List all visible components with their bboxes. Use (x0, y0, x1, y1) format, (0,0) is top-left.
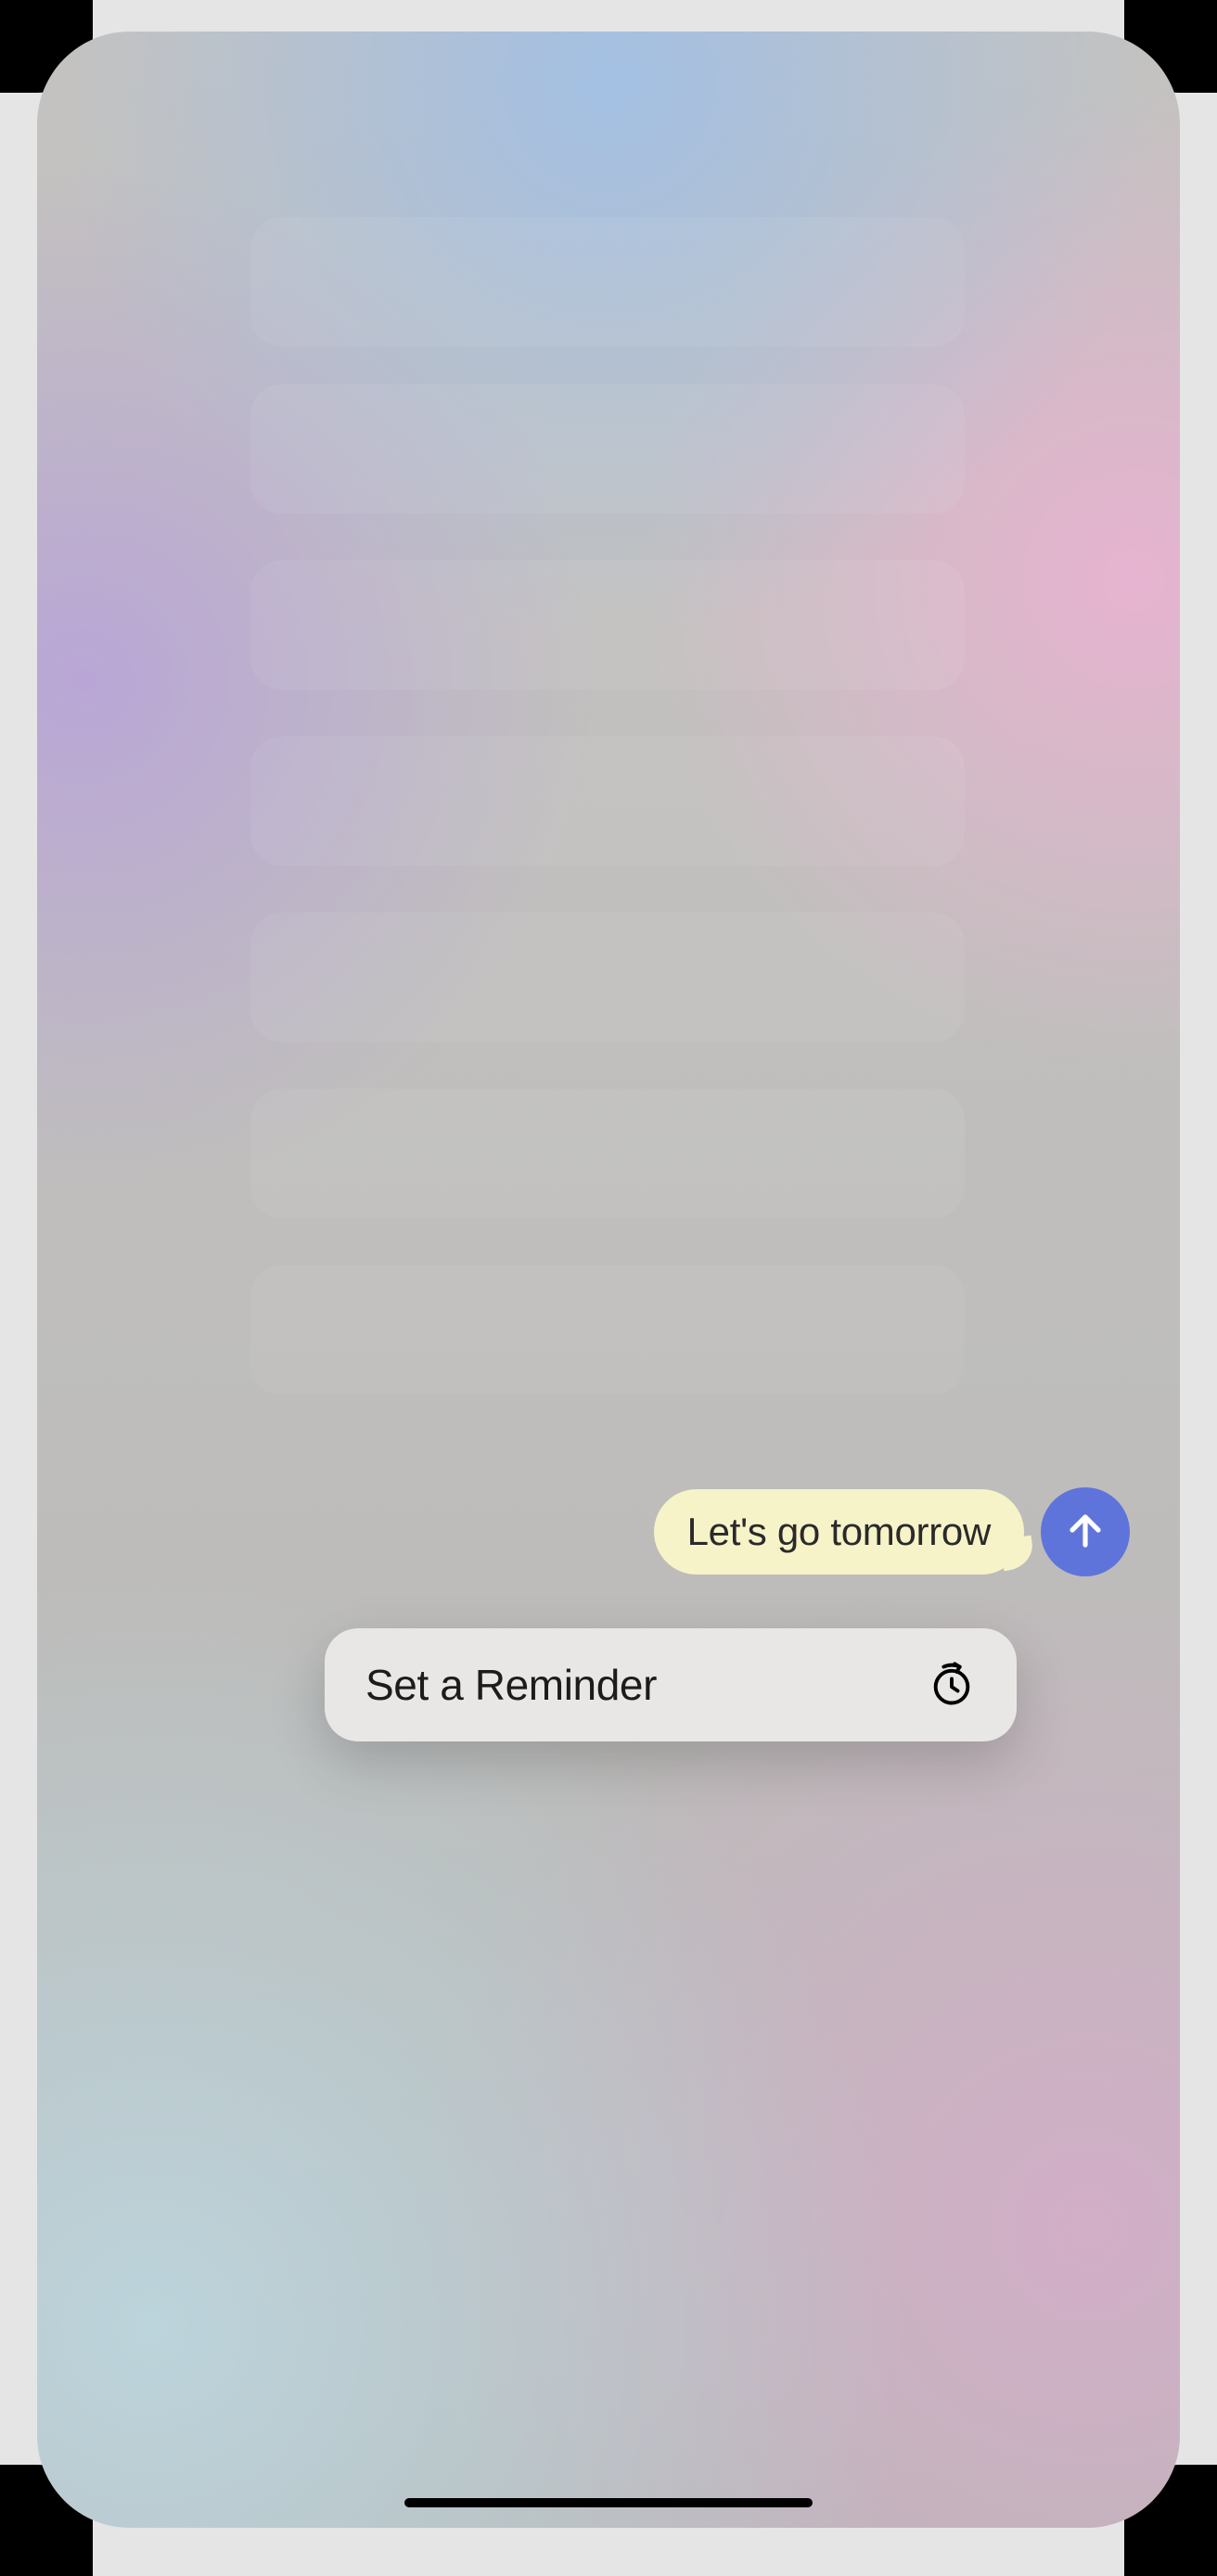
home-indicator[interactable] (404, 2498, 813, 2507)
blur-panel (250, 1089, 965, 1218)
clock-arrow-icon (928, 1661, 976, 1709)
menu-item-label: Set a Reminder (365, 1660, 657, 1710)
message-bubble: Let's go tomorrow (654, 1489, 1024, 1575)
blur-panel (250, 736, 965, 866)
blur-panel (250, 912, 965, 1042)
message-bubble-wrap[interactable]: Let's go tomorrow (654, 1489, 1024, 1575)
blur-panel (250, 560, 965, 690)
context-menu: Set a Reminder (325, 1628, 1017, 1741)
blur-panel (250, 1265, 965, 1395)
menu-item-set-reminder[interactable]: Set a Reminder (365, 1660, 976, 1710)
arrow-up-icon (1063, 1508, 1108, 1557)
device-screen: Let's go tomorrow Set a Reminder (37, 32, 1180, 2528)
blur-panel (250, 384, 965, 514)
bubble-tail (1004, 1539, 1033, 1569)
blur-panel (250, 217, 965, 347)
send-button[interactable] (1041, 1487, 1130, 1576)
message-row: Let's go tomorrow (654, 1487, 1130, 1576)
message-text: Let's go tomorrow (687, 1510, 991, 1553)
